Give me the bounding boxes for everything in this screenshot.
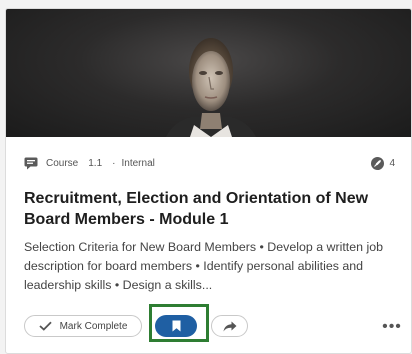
meta-separator: · xyxy=(112,157,116,169)
share-button[interactable] xyxy=(211,315,248,337)
mark-complete-button[interactable]: Mark Complete xyxy=(24,315,142,337)
launch-count: 4 xyxy=(371,155,395,171)
more-icon: ••• xyxy=(382,318,402,335)
visibility-label: Internal xyxy=(121,157,155,169)
course-meta: Course 1.1 · Internal xyxy=(24,155,155,171)
course-card[interactable]: Course 1.1 · Internal 4 Recruitment, Ele… xyxy=(5,8,412,354)
bookmark-icon xyxy=(172,320,180,332)
course-title[interactable]: Recruitment, Election and Orientation of… xyxy=(24,188,404,230)
portrait-image xyxy=(166,38,256,137)
more-options-button[interactable]: ••• xyxy=(382,317,402,337)
launch-count-value: 4 xyxy=(389,157,395,169)
rocket-icon xyxy=(371,156,385,170)
check-icon xyxy=(38,321,52,331)
share-icon xyxy=(223,321,236,331)
course-thumbnail[interactable] xyxy=(6,9,411,137)
bookmark-button[interactable] xyxy=(155,315,197,337)
mark-complete-label: Mark Complete xyxy=(59,320,128,332)
card-actions: Mark Complete ••• xyxy=(6,304,411,349)
course-description: Selection Criteria for New Board Members… xyxy=(24,240,383,292)
version-label: 1.1 xyxy=(88,157,103,169)
course-icon xyxy=(24,157,38,169)
content-type-label: Course xyxy=(46,157,79,169)
